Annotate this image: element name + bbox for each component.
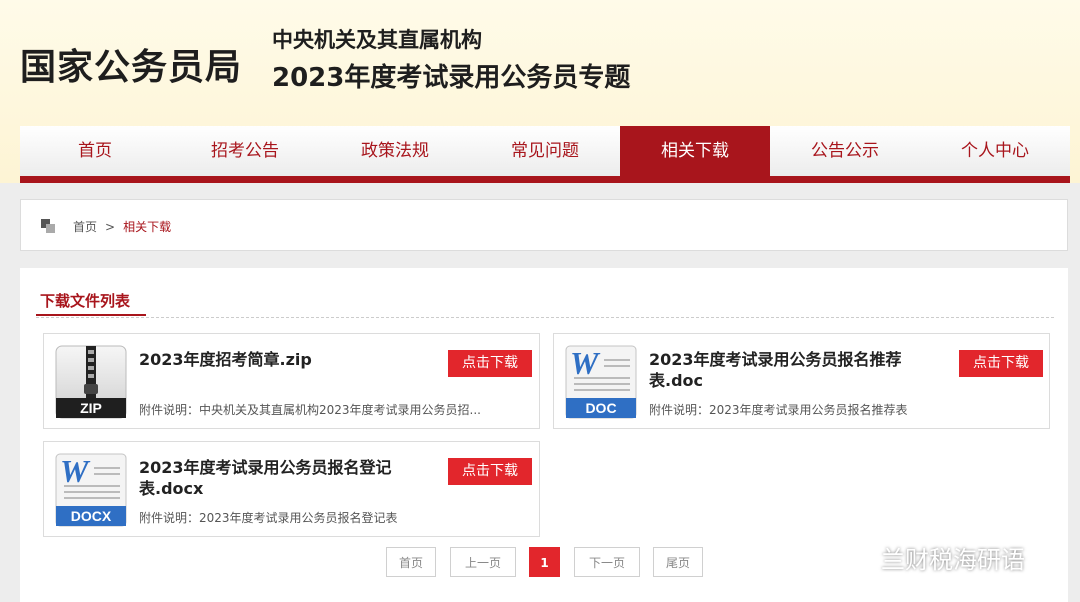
pagination-current-page[interactable]: 1 bbox=[529, 547, 560, 577]
watermark-text: 兰财税海研语 bbox=[881, 546, 1025, 574]
main-nav: 首页 招考公告 政策法规 常见问题 相关下载 公告公示 个人中心 bbox=[20, 126, 1070, 176]
site-subtitle-1: 中央机关及其直属机构 bbox=[272, 28, 482, 52]
watermark: 兰财税海研语 bbox=[835, 540, 1025, 575]
nav-item-policy[interactable]: 政策法规 bbox=[320, 126, 470, 176]
breadcrumb-squares-icon bbox=[41, 219, 55, 233]
section-title: 下载文件列表 bbox=[40, 292, 131, 310]
nav-item-personal-center[interactable]: 个人中心 bbox=[920, 126, 1070, 176]
svg-text:W: W bbox=[60, 453, 91, 489]
breadcrumb-current: 相关下载 bbox=[123, 220, 172, 234]
download-button[interactable]: 点击下载 bbox=[448, 458, 532, 485]
breadcrumb-separator: > bbox=[105, 220, 116, 234]
pagination-prev[interactable]: 上一页 bbox=[450, 547, 516, 577]
section-divider bbox=[36, 317, 1054, 318]
file-description: 附件说明：2023年度考试录用公务员报名登记表 bbox=[139, 511, 398, 525]
zip-file-icon: ZIP bbox=[54, 344, 128, 420]
breadcrumb-home-link[interactable]: 首页 bbox=[73, 220, 97, 234]
docx-file-icon: W DOCX bbox=[54, 452, 128, 528]
pagination-last[interactable]: 尾页 bbox=[653, 547, 703, 577]
file-description: 附件说明：中央机关及其直属机构2023年度考试录用公务员招... bbox=[139, 403, 481, 417]
nav-underline-bar bbox=[20, 176, 1070, 183]
section-title-underline bbox=[36, 314, 146, 316]
nav-item-recruit-notice[interactable]: 招考公告 bbox=[170, 126, 320, 176]
nav-item-home[interactable]: 首页 bbox=[20, 126, 170, 176]
file-description: 附件说明：2023年度考试录用公务员报名推荐表 bbox=[649, 403, 908, 417]
doc-badge: DOC bbox=[585, 400, 616, 416]
pagination-first[interactable]: 首页 bbox=[386, 547, 436, 577]
site-subtitle-2: 2023年度考试录用公务员专题 bbox=[272, 63, 631, 93]
svg-text:W: W bbox=[570, 345, 601, 381]
nav-item-announcements[interactable]: 公告公示 bbox=[770, 126, 920, 176]
pagination-next[interactable]: 下一页 bbox=[574, 547, 640, 577]
breadcrumb: 首页 > 相关下载 bbox=[20, 199, 1068, 251]
file-title[interactable]: 2023年度考试录用公务员报名登记表.docx bbox=[139, 457, 439, 499]
site-brand[interactable]: 国家公务员局 bbox=[20, 38, 242, 90]
nav-item-downloads[interactable]: 相关下载 bbox=[620, 126, 770, 176]
file-title[interactable]: 2023年度招考简章.zip bbox=[139, 349, 439, 370]
doc-file-icon: W DOC bbox=[564, 344, 638, 420]
file-card: ZIP 2023年度招考简章.zip 附件说明：中央机关及其直属机构2023年度… bbox=[43, 333, 540, 429]
file-card: W DOCX 2023年度考试录用公务员报名登记表.docx 附件说明：2023… bbox=[43, 441, 540, 537]
docx-badge: DOCX bbox=[71, 508, 112, 524]
download-button[interactable]: 点击下载 bbox=[448, 350, 532, 377]
zip-badge: ZIP bbox=[80, 400, 102, 416]
wechat-icon bbox=[836, 543, 871, 570]
file-card: W DOC 2023年度考试录用公务员报名推荐表.doc 附件说明：2023年度… bbox=[553, 333, 1050, 429]
file-title[interactable]: 2023年度考试录用公务员报名推荐表.doc bbox=[649, 349, 949, 391]
download-button[interactable]: 点击下载 bbox=[959, 350, 1043, 377]
nav-item-faq[interactable]: 常见问题 bbox=[470, 126, 620, 176]
